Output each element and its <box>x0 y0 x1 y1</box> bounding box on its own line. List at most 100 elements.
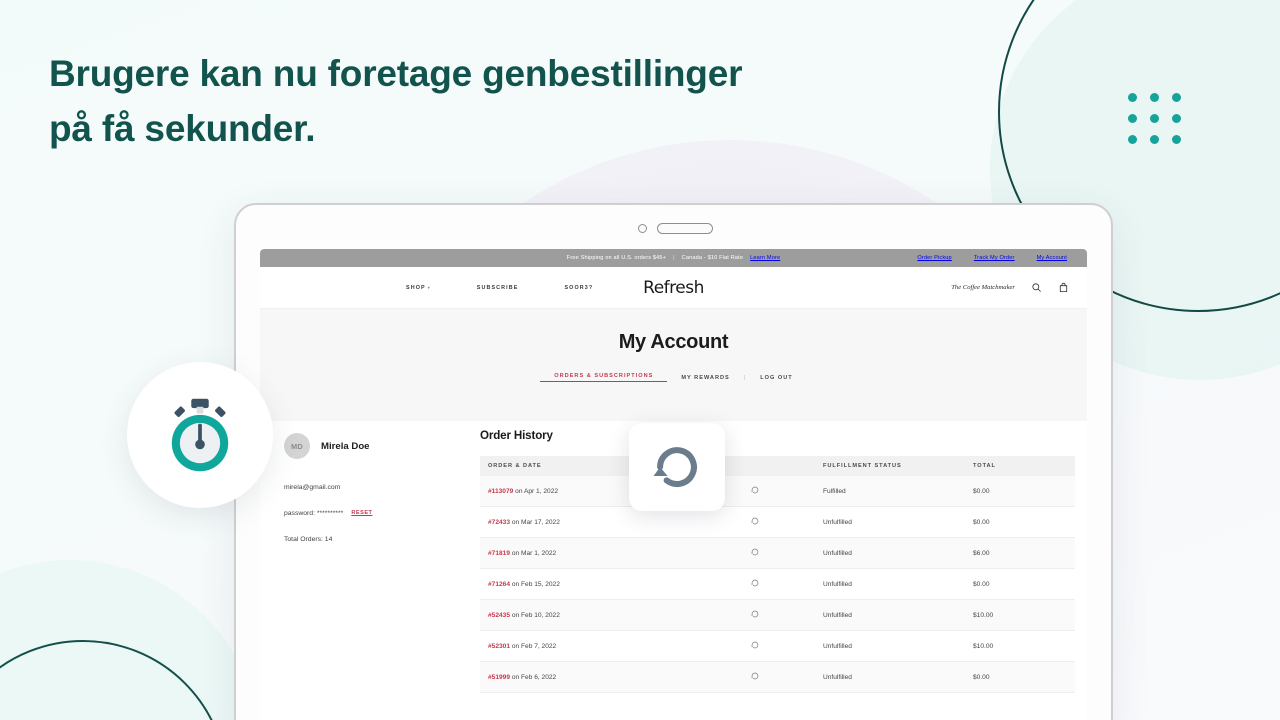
nav-shop-label: SHOP <box>406 284 426 291</box>
order-date: on Feb 15, 2022 <box>511 580 560 588</box>
utility-promo-group: Free Shipping on all U.S. orders $45+ | … <box>567 255 780 261</box>
dot-grid-icon <box>1128 93 1182 144</box>
order-pickup-link[interactable]: Order Pickup <box>917 255 951 261</box>
user-name: Mirela Doe <box>321 440 370 452</box>
order-id-date-cell: #71819 on Mar 1, 2022 <box>480 537 695 569</box>
tablet-speaker-icon <box>657 223 713 234</box>
tab-my-rewards[interactable]: MY REWARDS <box>667 375 743 381</box>
canada-rate-text: Canada - $10 Flat Rate <box>681 255 744 261</box>
my-account-page: My Account ORDERS & SUBSCRIPTIONS MY REW… <box>260 309 1087 720</box>
tab-log-out[interactable]: LOG OUT <box>746 375 806 381</box>
order-id[interactable]: #113079 <box>488 488 513 495</box>
shipping-promo-text: Free Shipping on all U.S. orders $45+ <box>566 255 667 261</box>
column-fulfillment-status: FULFILLMENT STATUS <box>815 456 965 476</box>
order-total: $0.00 <box>965 506 1075 538</box>
order-id[interactable]: #71819 <box>488 550 510 557</box>
fulfillment-status: Fulfilled <box>815 476 965 507</box>
table-row[interactable]: #71264 on Feb 15, 2022 Unfulfilled $0.00 <box>480 568 1075 600</box>
order-id[interactable]: #71264 <box>488 581 510 588</box>
headline-line-2: på få sekunder. <box>49 107 316 149</box>
password-row: password: ********** RESET <box>284 509 480 518</box>
reorder-button[interactable] <box>695 568 815 600</box>
order-id[interactable]: #72433 <box>488 519 510 526</box>
nav-item-shop[interactable]: SHOP ▾ <box>406 285 431 291</box>
order-id-date-cell: #51999 on Feb 6, 2022 <box>480 661 695 693</box>
chevron-down-icon: ▾ <box>427 284 431 290</box>
table-body: #113079 on Apr 1, 2022 Fulfilled $0.00 #724… <box>480 476 1075 693</box>
order-id[interactable]: #51999 <box>488 674 510 681</box>
order-history-section: Order History ORDER & DATE FULFILLMENT S… <box>480 421 1075 720</box>
site-header: SHOP ▾ SUBSCRIBE SOOR3? Refresh The Coffe… <box>260 267 1087 309</box>
table-row[interactable]: #113079 on Apr 1, 2022 Fulfilled $0.00 <box>480 476 1075 507</box>
track-my-order-link[interactable]: Track My Order <box>974 255 1015 261</box>
tablet-screen: Free Shipping on all U.S. orders $45+ | … <box>260 249 1087 720</box>
total-orders-count: Total Orders: 14 <box>284 535 333 543</box>
profile-sidebar: MD Mirela Doe mirela@gmail.com password:… <box>284 421 480 720</box>
order-id-date-cell: #52301 on Feb 7, 2022 <box>480 630 695 662</box>
table-row[interactable]: #71819 on Mar 1, 2022 Unfulfilled $6.00 <box>480 537 1075 569</box>
email-row: mirela@gmail.com <box>284 484 480 492</box>
table-row[interactable]: #52435 on Feb 10, 2022 Unfulfilled $10.00 <box>480 599 1075 631</box>
order-date: on Apr 1, 2022 <box>515 487 559 495</box>
fulfillment-status: Unfulfilled <box>815 568 965 600</box>
stopwatch-icon <box>127 362 273 508</box>
reorder-button[interactable] <box>695 599 815 631</box>
profile-header: MD Mirela Doe <box>284 433 480 459</box>
table-row[interactable]: #51999 on Feb 6, 2022 Unfulfilled $0.00 <box>480 661 1075 693</box>
reorder-button[interactable] <box>695 661 815 693</box>
page-headline: Brugere kan nu foretage genbestillinger … <box>49 47 849 157</box>
fulfillment-status: Unfulfilled <box>815 537 965 569</box>
tab-orders-subscriptions[interactable]: ORDERS & SUBSCRIPTIONS <box>540 373 668 382</box>
order-id[interactable]: #52301 <box>488 643 510 650</box>
order-history-table: ORDER & DATE FULFILLMENT STATUS TOTAL #1… <box>480 456 1075 693</box>
table-header: ORDER & DATE FULFILLMENT STATUS TOTAL <box>480 456 1075 476</box>
order-date: on Feb 7, 2022 <box>511 642 557 650</box>
nav-item-subscribe[interactable]: SUBSCRIBE <box>477 285 519 291</box>
utility-links-group: Order Pickup Track My Order My Account <box>917 255 1067 261</box>
tablet-camera-icon <box>638 224 647 233</box>
site-utility-bar: Free Shipping on all U.S. orders $45+ | … <box>260 249 1087 267</box>
total-orders-row: Total Orders: 14 <box>284 535 480 544</box>
reset-password-button[interactable]: RESET <box>351 511 372 517</box>
password-masked: password: ********** <box>284 509 344 517</box>
tablet-device-mockup: Free Shipping on all U.S. orders $45+ | … <box>234 203 1113 720</box>
order-total: $10.00 <box>965 599 1075 631</box>
shopping-bag-icon[interactable] <box>1058 282 1069 293</box>
fulfillment-status: Unfulfilled <box>815 599 965 631</box>
column-total: TOTAL <box>965 456 1075 476</box>
order-id-date-cell: #52435 on Feb 10, 2022 <box>480 599 695 631</box>
order-total: $0.00 <box>965 568 1075 600</box>
page-title: My Account <box>618 331 729 353</box>
reorder-button[interactable] <box>695 506 815 538</box>
order-date: on Mar 1, 2022 <box>511 549 557 557</box>
order-date: on Feb 10, 2022 <box>511 611 560 619</box>
learn-more-link[interactable]: Learn More <box>750 255 780 261</box>
tablet-top-bezel <box>236 205 1111 249</box>
order-date: on Feb 6, 2022 <box>511 673 557 681</box>
headline-line-1: Brugere kan nu foretage genbestillinger <box>49 53 743 94</box>
fulfillment-status: Unfulfilled <box>815 661 965 693</box>
table-row[interactable]: #52301 on Feb 7, 2022 Unfulfilled $10.00 <box>480 630 1075 662</box>
fulfillment-status: Unfulfilled <box>815 630 965 662</box>
avatar: MD <box>284 433 310 459</box>
order-id-date-cell: #72433 on Mar 17, 2022 <box>480 506 695 538</box>
reorder-button[interactable] <box>695 537 815 569</box>
site-tagline: The Coffee Matchmaker <box>951 284 1015 291</box>
user-email: mirela@gmail.com <box>284 484 341 491</box>
table-header-row: ORDER & DATE FULFILLMENT STATUS TOTAL <box>480 456 1075 476</box>
order-id-date-cell: #71264 on Feb 15, 2022 <box>480 568 695 600</box>
header-right-group: The Coffee Matchmaker <box>951 282 1069 293</box>
search-icon[interactable] <box>1031 282 1042 293</box>
site-logo[interactable]: Refresh <box>643 278 704 298</box>
order-total: $6.00 <box>965 537 1075 569</box>
my-account-link[interactable]: My Account <box>1037 255 1067 261</box>
order-total: $0.00 <box>965 661 1075 693</box>
order-total: $0.00 <box>965 476 1075 507</box>
reorder-button[interactable] <box>695 630 815 662</box>
nav-item-soor3[interactable]: SOOR3? <box>564 285 593 291</box>
main-navigation: SHOP ▾ SUBSCRIBE SOOR3? <box>406 285 593 291</box>
utility-separator: | <box>673 255 675 261</box>
reorder-arrow-icon[interactable] <box>629 423 725 511</box>
table-row[interactable]: #72433 on Mar 17, 2022 Unfulfilled $0.00 <box>480 506 1075 538</box>
order-id[interactable]: #52435 <box>488 612 510 619</box>
